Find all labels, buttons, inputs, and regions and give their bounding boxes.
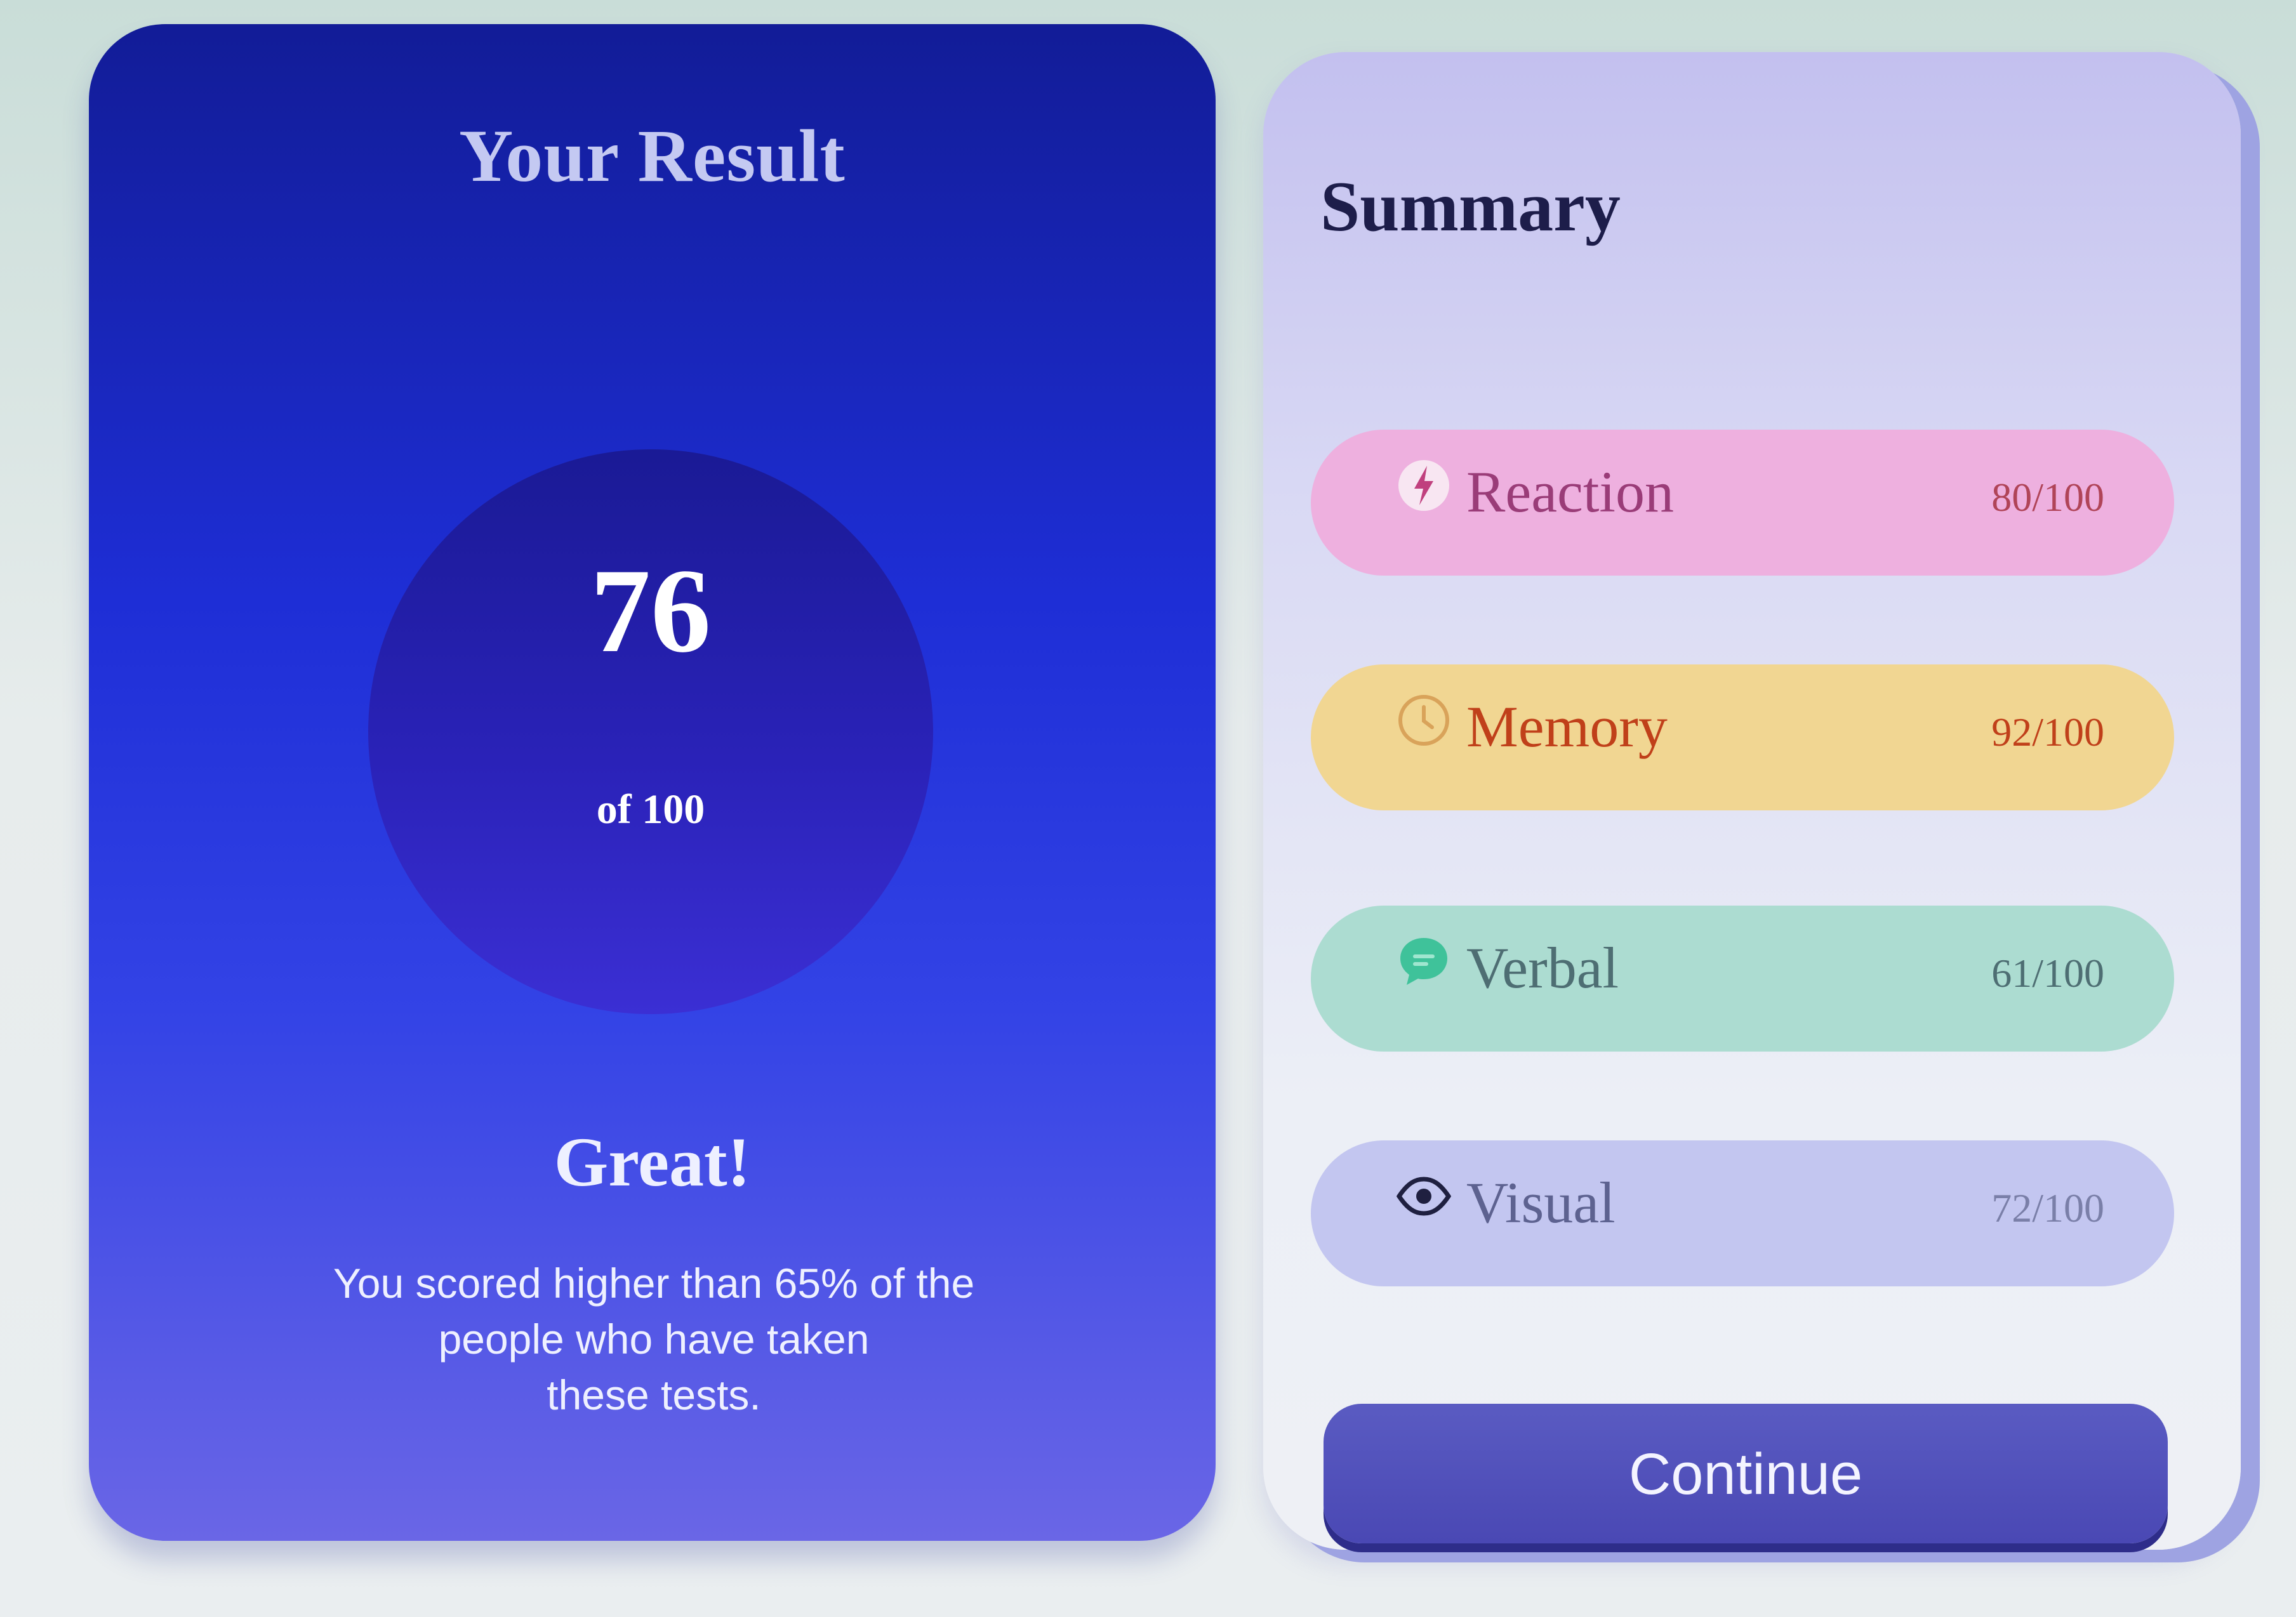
score-value: 76 [590,544,711,678]
lightning-icon [1397,458,1451,513]
verdict-heading: Great! [554,1123,751,1201]
summary-item-score: 61/100 [1991,951,2104,996]
result-card: Your Result 76 of 100 Great! You scored … [89,24,1216,1541]
eye-icon [1396,1169,1452,1224]
summary-item-verbal: Verbal 61/100 [1311,906,2174,1052]
summary-item-label: Reaction [1466,459,1674,524]
summary-item-label: Memory [1466,694,1668,759]
verdict-description-line: people who have taken [438,1316,870,1363]
summary-item-memory: Memory 92/100 [1311,664,2174,810]
verdict-description-line: these tests. [547,1371,761,1418]
summary-card: Summary Reaction 80/100 Memory 92/100 Ve… [1263,52,2241,1550]
summary-item-score: 80/100 [1991,475,2104,520]
continue-button[interactable]: Continue [1324,1404,2168,1543]
summary-item-score: 72/100 [1991,1185,2104,1231]
clock-icon [1397,693,1451,748]
summary-item-label: Verbal [1466,935,1619,1000]
score-max-label: of 100 [596,786,705,833]
summary-item-reaction: Reaction 80/100 [1311,430,2174,576]
summary-item-score: 92/100 [1991,710,2104,755]
verdict-description: You scored higher than 65% of the people… [305,1255,1003,1423]
result-title: Your Result [459,114,846,197]
summary-item-visual: Visual 72/100 [1311,1140,2174,1286]
summary-item-label: Visual [1466,1170,1616,1235]
score-circle: 76 of 100 [368,449,933,1014]
summary-title: Summary [1320,168,1621,246]
speech-bubble-icon [1397,934,1451,989]
verdict-description-line: You scored higher than 65% of the [333,1260,975,1307]
